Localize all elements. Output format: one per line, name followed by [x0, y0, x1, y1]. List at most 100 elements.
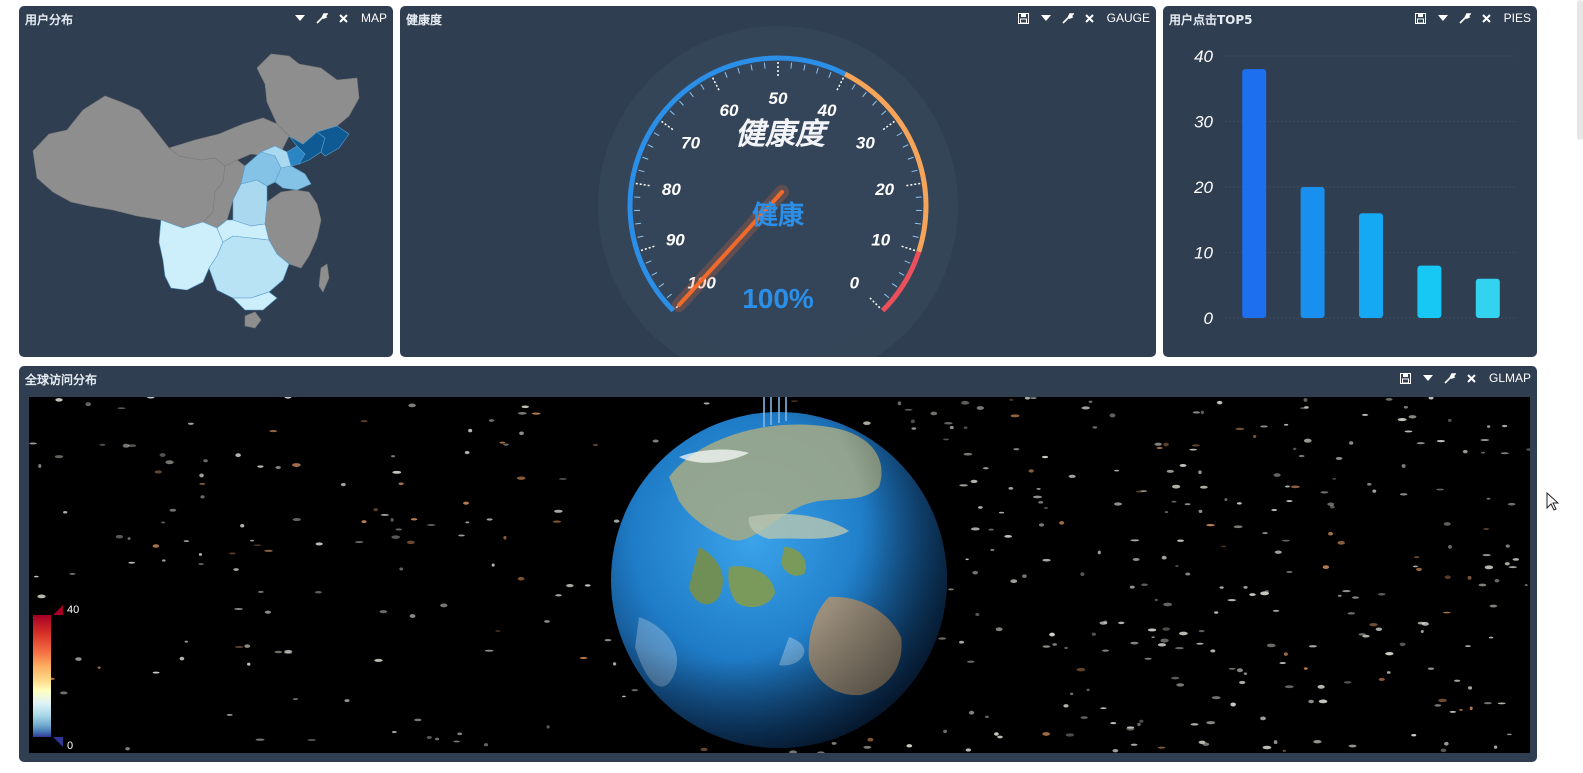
star-point [398, 482, 404, 485]
health-gauge[interactable]: 1009080706050403020100 健康度 健康 100% [400, 6, 1156, 357]
star-point [1462, 449, 1468, 454]
star-point [906, 744, 913, 748]
star-point [247, 662, 251, 666]
close-icon[interactable] [1461, 369, 1483, 387]
star-point [1130, 743, 1138, 746]
star-point [978, 506, 983, 509]
star-point [965, 748, 972, 752]
star-point [1164, 511, 1169, 513]
star-point [488, 419, 495, 422]
chart-type-label[interactable]: GLMAP [1483, 371, 1533, 385]
star-point [622, 695, 626, 698]
star-point [1428, 397, 1434, 400]
star-point [125, 747, 130, 751]
star-point [1416, 567, 1422, 572]
star-point [1300, 406, 1309, 410]
star-point [1465, 645, 1471, 647]
star-point [154, 470, 162, 474]
star-point [1467, 575, 1472, 580]
gauge-tick-label: 10 [871, 230, 890, 249]
star-point [1177, 539, 1184, 542]
star-point [410, 518, 418, 521]
legend-max-handle[interactable] [53, 605, 63, 615]
star-point [1500, 452, 1509, 455]
star-point [484, 649, 494, 652]
star-point [1332, 477, 1337, 480]
star-point [361, 520, 367, 524]
star-point [1088, 400, 1093, 403]
bar-y-tick-labels: 0 10 20 30 40 [1193, 47, 1213, 328]
star-point [1328, 531, 1334, 536]
legend-min-handle[interactable] [53, 737, 63, 747]
page-scrollbar-thumb[interactable] [1577, 0, 1583, 140]
bar[interactable] [1475, 278, 1500, 318]
bar[interactable] [1300, 187, 1325, 318]
star-point [1408, 415, 1417, 419]
star-point [1412, 565, 1418, 568]
star-point [1279, 662, 1286, 664]
gauge-tick-label: 70 [681, 134, 700, 153]
china-map[interactable] [19, 6, 393, 357]
star-point [1160, 638, 1169, 643]
star-point [159, 453, 166, 457]
star-point [1219, 586, 1224, 589]
star-point [468, 428, 473, 433]
mouse-cursor-icon [1546, 492, 1560, 511]
visualmap-legend[interactable]: 40 0 [33, 604, 79, 752]
legend-max-label: 40 [67, 604, 79, 616]
star-point [1101, 649, 1110, 652]
star-point [1440, 748, 1447, 753]
star-point [612, 662, 617, 666]
wrench-icon[interactable] [1439, 369, 1461, 387]
map-regions-gray[interactable] [32, 53, 360, 329]
bar-series [1242, 69, 1500, 318]
star-point [1488, 636, 1494, 639]
star-point [458, 534, 465, 537]
star-point [198, 563, 204, 566]
star-point [1367, 482, 1372, 486]
star-point [1036, 488, 1041, 490]
star-point [1049, 632, 1055, 637]
star-point [1413, 556, 1420, 559]
star-point [169, 508, 177, 512]
star-point [292, 463, 301, 468]
star-point [1008, 487, 1014, 490]
star-point [1404, 430, 1413, 433]
star-point [29, 442, 37, 445]
star-point [988, 528, 994, 531]
bar[interactable] [1359, 213, 1383, 318]
star-point [128, 561, 135, 564]
save-icon[interactable] [1395, 369, 1417, 387]
star-point [165, 460, 174, 465]
star-point [592, 444, 598, 446]
star-point [1110, 722, 1117, 725]
star-point [99, 443, 106, 446]
star-point [1176, 683, 1185, 687]
star-point [1135, 490, 1144, 493]
star-point [233, 568, 239, 571]
star-point [1420, 630, 1424, 634]
star-point [1399, 642, 1406, 647]
star-point [1386, 671, 1391, 674]
star-point [971, 527, 980, 531]
star-point [1343, 681, 1352, 684]
star-point [1010, 579, 1018, 584]
dropdown-icon[interactable] [1417, 369, 1439, 387]
star-point [406, 540, 415, 545]
star-point [1484, 565, 1494, 570]
star-point [1478, 583, 1487, 587]
star-point [503, 535, 507, 540]
star-point [457, 732, 463, 736]
star-point [1192, 411, 1201, 414]
star-point [117, 407, 126, 409]
star-point [1335, 457, 1343, 460]
star-point [1081, 406, 1090, 410]
star-point [789, 750, 797, 753]
globe-view[interactable]: 40 0 [29, 397, 1530, 753]
star-point [961, 400, 970, 405]
star-point [1190, 723, 1199, 726]
bar[interactable] [1417, 265, 1442, 318]
star-point [1041, 455, 1049, 459]
bar[interactable] [1242, 69, 1267, 318]
bar-chart[interactable]: 0 10 20 30 40 [1163, 6, 1537, 357]
